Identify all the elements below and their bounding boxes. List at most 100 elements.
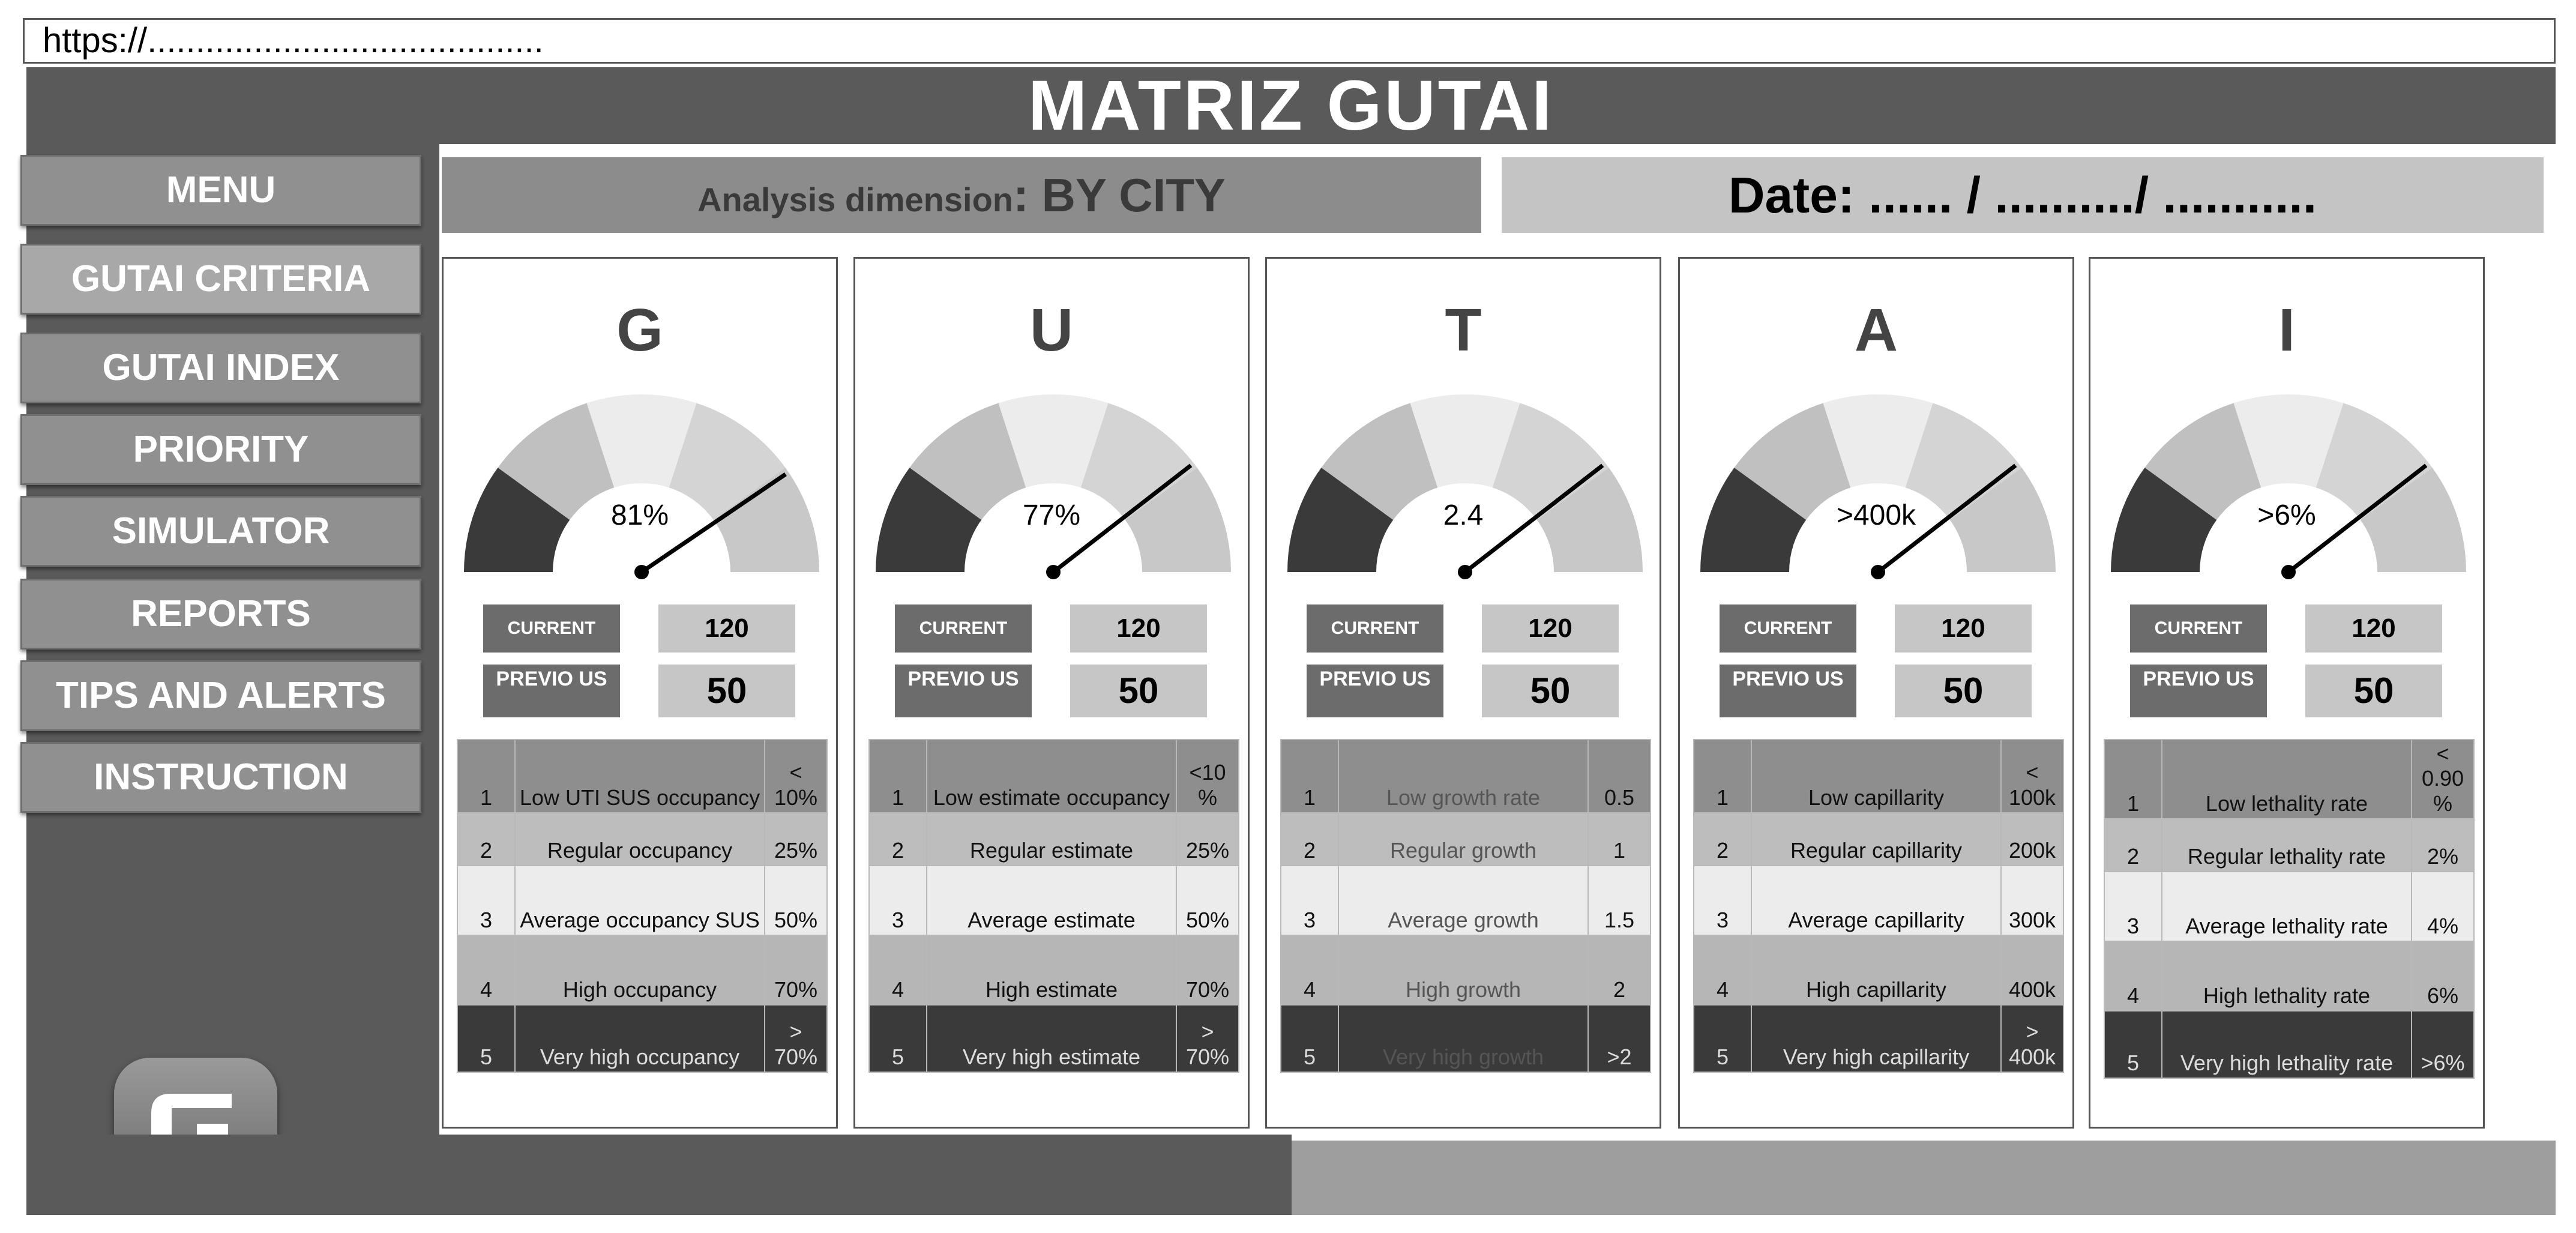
previous-value: 50 [1070, 665, 1207, 717]
previous-value: 50 [2305, 665, 2442, 717]
table-row: 4 High estimate 70% [868, 935, 1239, 1005]
level-number: 4 [457, 935, 516, 1005]
level-description: Average lethality rate [2161, 871, 2412, 942]
level-limit: 70% [1176, 935, 1239, 1005]
level-number: 5 [2104, 1010, 2162, 1079]
criteria-table: 1 Low estimate occupancy <10 % 2 Regular es… [868, 739, 1239, 1073]
level-description: Regular occupancy [514, 812, 765, 866]
table-row: 5 Very high capillarity > 400k [1693, 1004, 2064, 1073]
gauge [464, 394, 819, 579]
table-row: 5 Very high growth >2 [1280, 1004, 1651, 1073]
table-row: 5 Very high lethality rate >6% [2104, 1010, 2475, 1079]
gauge-value: 2.4 [1443, 499, 1484, 531]
gauge-needle-pivot [634, 565, 649, 579]
table-row: 3 Average estimate 50% [868, 865, 1239, 936]
table-row: 2 Regular occupancy 25% [457, 812, 828, 866]
gutai-criteria-button[interactable]: GUTAI CRITERIA [20, 244, 421, 315]
previous-label: PREVIO US [895, 665, 1032, 717]
level-limit: 4% [2411, 871, 2475, 942]
gauge-needle-pivot [1871, 565, 1885, 579]
simulator-button[interactable]: SIMULATOR [20, 496, 421, 567]
level-number: 1 [868, 739, 927, 813]
table-row: 4 High lethality rate 6% [2104, 941, 2475, 1012]
level-description: Low estimate occupancy [926, 739, 1177, 813]
previous-label: PREVIO US [1720, 665, 1856, 717]
level-limit: 50% [764, 865, 828, 936]
instruction-button[interactable]: INSTRUCTION [20, 742, 421, 813]
analysis-dimension-label: Analysis dimension [697, 181, 1013, 219]
app-title: MATRIZ GUTAI [1028, 66, 1554, 145]
level-number: 5 [1280, 1004, 1339, 1073]
level-description: High occupancy [514, 935, 765, 1005]
level-limit: <10 % [1176, 739, 1239, 813]
tips-and-alerts-button[interactable]: TIPS AND ALERTS [20, 660, 421, 731]
level-number: 1 [2104, 738, 2162, 820]
level-description: Regular capillarity [1751, 812, 2002, 866]
level-description: High lethality rate [2161, 941, 2412, 1012]
priority-button[interactable]: PRIORITY [20, 414, 421, 485]
level-description: Very high growth [1338, 1004, 1589, 1073]
level-number: 5 [457, 1004, 516, 1073]
analysis-dimension[interactable]: Analysis dimension: BY CITY [442, 157, 1481, 233]
criterion-letter: U [1029, 297, 1074, 364]
menu-button[interactable]: MENU [20, 155, 421, 226]
level-limit: > 70% [1176, 1004, 1239, 1073]
table-row: 4 High growth 2 [1280, 935, 1651, 1005]
footer-left [26, 1135, 1292, 1215]
criterion-letter: A [1854, 297, 1898, 364]
level-number: 2 [1693, 812, 1752, 866]
gauge-value: >400k [1836, 499, 1916, 531]
gauge-value: >6% [2257, 499, 2316, 531]
gutai-index-button[interactable]: GUTAI INDEX [20, 333, 421, 403]
level-limit: 0.5 [1587, 739, 1651, 813]
level-number: 3 [868, 865, 927, 936]
current-label: CURRENT [483, 604, 620, 653]
gauge [876, 394, 1231, 579]
level-description: High estimate [926, 935, 1177, 1005]
table-row: 3 Average capillarity 300k [1693, 865, 2064, 936]
level-number: 2 [1280, 812, 1339, 866]
level-description: Average growth [1338, 865, 1589, 936]
current-label: CURRENT [2130, 604, 2267, 653]
level-limit: < 100k [2000, 739, 2064, 813]
level-description: Very high estimate [926, 1004, 1177, 1073]
level-number: 2 [2104, 818, 2162, 873]
previous-label: PREVIO US [1307, 665, 1443, 717]
level-description: Low growth rate [1338, 739, 1589, 813]
level-number: 5 [1693, 1004, 1752, 1073]
level-number: 3 [457, 865, 516, 936]
level-description: High growth [1338, 935, 1589, 1005]
current-label: CURRENT [895, 604, 1032, 653]
criteria-table: 1 Low capillarity < 100k 2 Regular capillar… [1693, 739, 2064, 1073]
level-limit: 1 [1587, 812, 1651, 866]
title-bar: MATRIZ GUTAI [26, 67, 2556, 144]
previous-value: 50 [1482, 665, 1619, 717]
level-description: Average occupancy SUS [514, 865, 765, 936]
previous-value: 50 [658, 665, 795, 717]
level-limit: < 0.90 % [2411, 738, 2475, 820]
address-bar[interactable]: https://................................… [23, 18, 2556, 64]
level-limit: < 10% [764, 739, 828, 813]
current-label: CURRENT [1720, 604, 1856, 653]
criteria-table: 1 Low growth rate 0.5 2 Regular growth 1 3 Av… [1280, 739, 1651, 1073]
criteria-table: 1 Low UTI SUS occupancy < 10% 2 Regular occ… [457, 739, 828, 1073]
previous-value: 50 [1895, 665, 2032, 717]
criterion-card-g: G 81% CURRENT 120 PREVIO US 50 1 Low UTI … [442, 257, 838, 1129]
level-limit: 6% [2411, 941, 2475, 1012]
current-value: 120 [1070, 604, 1207, 653]
table-row: 4 High capillarity 400k [1693, 935, 2064, 1005]
level-number: 2 [868, 812, 927, 866]
reports-button[interactable]: REPORTS [20, 579, 421, 650]
level-number: 1 [457, 739, 516, 813]
level-description: Regular estimate [926, 812, 1177, 866]
table-row: 2 Regular growth 1 [1280, 812, 1651, 866]
criterion-card-u: U 77% CURRENT 120 PREVIO US 50 1 Low esti… [853, 257, 1250, 1129]
level-limit: 2 [1587, 935, 1651, 1005]
date-field[interactable]: Date: ...... / ........../ ........... [1502, 157, 2544, 233]
table-row: 1 Low lethality rate < 0.90 % [2104, 738, 2475, 820]
level-description: Very high lethality rate [2161, 1010, 2412, 1079]
level-number: 1 [1280, 739, 1339, 813]
criterion-letter: G [616, 297, 663, 364]
table-row: 3 Average growth 1.5 [1280, 865, 1651, 936]
gauge [1287, 394, 1643, 579]
